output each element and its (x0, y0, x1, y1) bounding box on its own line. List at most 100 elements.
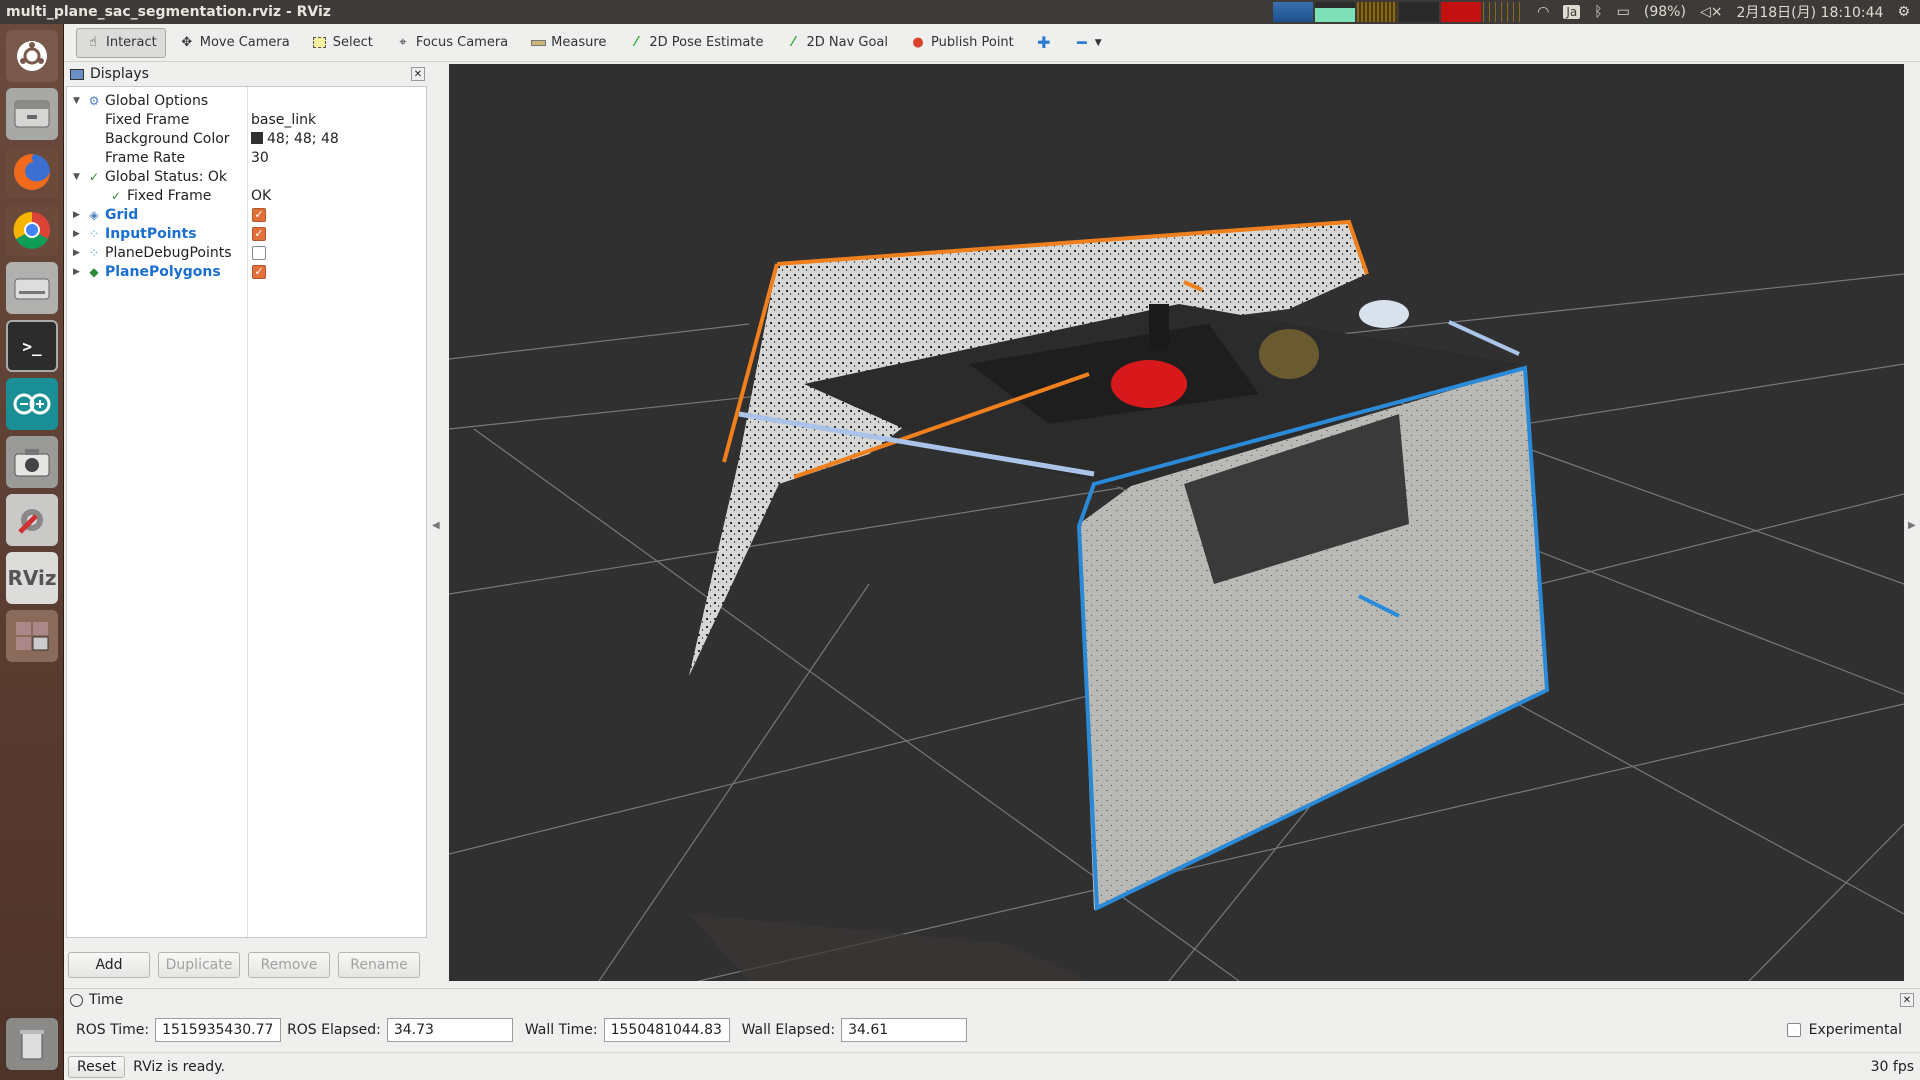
files-icon[interactable] (6, 88, 58, 140)
clock[interactable]: 2月18日(月) 18:10:44 (1736, 2, 1883, 22)
status-fixed-frame-label: Fixed Frame (127, 187, 212, 204)
trash-icon[interactable] (6, 1018, 58, 1070)
experimental-checkbox[interactable] (1786, 1023, 1801, 1037)
close-panel-icon[interactable]: ✕ (411, 67, 425, 81)
collapse-arrow-icon[interactable]: ▶ (73, 248, 83, 258)
rename-display-button[interactable]: Rename (338, 952, 420, 978)
camera-icon[interactable] (6, 436, 58, 488)
firefox-icon[interactable] (6, 146, 58, 198)
tree-row-input-points[interactable]: ▶ ⁘ InputPoints ✓ (67, 224, 426, 243)
reset-button[interactable]: Reset (68, 1055, 126, 1078)
dash-home-icon[interactable] (6, 30, 58, 82)
tree-row-global-status[interactable]: ▼ ✓ Global Status: Ok (67, 167, 426, 186)
settings-gear-icon[interactable]: ⚙ (1897, 4, 1910, 20)
counter-plane-back-edge (1448, 320, 1520, 356)
frame-rate-label: Frame Rate (105, 149, 186, 166)
wifi-icon[interactable]: ◠ (1537, 4, 1549, 20)
status-fixed-frame-value: OK (251, 187, 272, 204)
focus-camera-tool-button[interactable]: ⌖ Focus Camera (386, 28, 517, 58)
rviz-icon[interactable]: RViz (6, 552, 58, 604)
terminal-icon[interactable]: >_ (6, 320, 58, 372)
disk-drive-icon[interactable] (6, 262, 58, 314)
hand-pointer-icon: ☝ (89, 35, 97, 50)
select-tool-button[interactable]: Select (303, 28, 382, 58)
global-status-label: Global Status: Ok (105, 168, 228, 185)
system-top-bar: multi_plane_sac_segmentation.rviz - RViz… (0, 0, 1920, 24)
nav-goal-label: 2D Nav Goal (806, 35, 889, 50)
metal-kettle (1259, 329, 1319, 379)
wall-time-field[interactable]: 1550481044.83 (603, 1018, 730, 1042)
pose-estimate-tool-button[interactable]: ⁄ 2D Pose Estimate (619, 28, 772, 58)
expand-arrow-icon[interactable]: ▼ (73, 96, 83, 106)
splitter-handle-left[interactable]: ◀ (432, 520, 440, 531)
frame-rate-value[interactable]: 30 (251, 150, 269, 166)
chrome-icon[interactable] (6, 204, 58, 256)
tree-row-fixed-frame[interactable]: Fixed Frame base_link (67, 110, 426, 129)
add-tool-button[interactable]: ✚ (1027, 28, 1061, 58)
battery-icon[interactable]: ▭ (1617, 4, 1630, 20)
displays-panel: Displays ✕ ▼ ⚙ Global Options Fixed Fram… (66, 64, 427, 980)
system-monitor-indicator[interactable] (1273, 2, 1524, 22)
grid-label: Grid (105, 206, 139, 223)
background-color-value[interactable]: 48; 48; 48 (251, 131, 339, 147)
plane-polygons-checkbox[interactable]: ✓ (252, 264, 266, 279)
nav-goal-tool-button[interactable]: ⁄ 2D Nav Goal (776, 28, 897, 58)
publish-point-tool-button[interactable]: ● Publish Point (901, 28, 1023, 58)
grid-checkbox[interactable]: ✓ (252, 207, 266, 222)
input-points-checkbox[interactable]: ✓ (252, 226, 266, 241)
tree-row-grid[interactable]: ▶ ◈ Grid ✓ (67, 205, 426, 224)
tree-row-global-options[interactable]: ▼ ⚙ Global Options (67, 91, 426, 110)
global-options-label: Global Options (105, 92, 209, 109)
ros-time-field[interactable]: 1515935430.77 (155, 1018, 282, 1042)
collapse-arrow-icon[interactable]: ▶ (73, 267, 83, 277)
tree-row-plane-polygons[interactable]: ▶ ◆ PlanePolygons ✓ (67, 262, 426, 281)
floor-point-noise (689, 914, 1089, 981)
expand-arrow-icon[interactable]: ▼ (73, 172, 83, 182)
splitter-handle-right[interactable]: ▶ (1908, 520, 1916, 531)
close-panel-icon[interactable]: ✕ (1900, 993, 1914, 1007)
remove-display-button[interactable]: Remove (248, 952, 330, 978)
wall-elapsed-field[interactable]: 34.61 (841, 1018, 968, 1042)
displays-tree: ▼ ⚙ Global Options Fixed Frame base_link… (66, 86, 427, 938)
dropdown-arrow-icon: ▼ (1094, 37, 1102, 48)
measure-tool-button[interactable]: Measure (521, 28, 615, 58)
status-bar: Reset RViz is ready. 30 fps (64, 1052, 1920, 1080)
3d-render-viewport[interactable] (449, 64, 1904, 981)
interact-label: Interact (106, 35, 157, 50)
pose-estimate-label: 2D Pose Estimate (649, 35, 764, 50)
arduino-icon[interactable] (6, 378, 58, 430)
language-indicator[interactable]: Ja (1563, 5, 1581, 19)
input-points-label: InputPoints (105, 225, 197, 242)
tree-row-status-fixed-frame[interactable]: ✓ Fixed Frame OK (67, 186, 426, 205)
point-cloud-icon: ⁘ (88, 245, 100, 260)
select-label: Select (332, 35, 373, 50)
system-settings-icon[interactable] (6, 494, 58, 546)
plane-debug-points-checkbox[interactable] (252, 245, 266, 260)
color-swatch (251, 131, 263, 144)
battery-percent: (98%) (1643, 4, 1686, 20)
displays-buttons: Add Duplicate Remove Rename (66, 952, 427, 978)
workspace-switcher-icon[interactable] (6, 610, 58, 662)
plus-icon: ✚ (1037, 33, 1051, 52)
gear-icon: ⚙ (88, 93, 100, 108)
fixed-frame-value[interactable]: base_link (251, 112, 316, 128)
launcher: >_ RViz (0, 24, 64, 1080)
experimental-toggle[interactable]: Experimental (1786, 1022, 1902, 1038)
duplicate-display-button[interactable]: Duplicate (158, 952, 240, 978)
move-camera-tool-button[interactable]: ✥ Move Camera (170, 28, 299, 58)
status-message: RViz is ready. (133, 1058, 225, 1075)
volume-icon[interactable]: ◁× (1700, 4, 1723, 20)
remove-tool-dropdown[interactable]: ━ ▼ (1065, 28, 1111, 58)
red-kettle (1111, 360, 1187, 408)
collapse-arrow-icon[interactable]: ▶ (73, 210, 83, 220)
rviz-toolbar: ☝ Interact ✥ Move Camera Select ⌖ Focus … (64, 24, 1920, 62)
tree-row-frame-rate[interactable]: Frame Rate 30 (67, 148, 426, 167)
collapse-arrow-icon[interactable]: ▶ (73, 229, 83, 239)
time-panel-header: Time ✕ (64, 989, 1920, 1011)
interact-tool-button[interactable]: ☝ Interact (76, 27, 166, 58)
tree-row-plane-debug-points[interactable]: ▶ ⁘ PlaneDebugPoints (67, 243, 426, 262)
add-display-button[interactable]: Add (68, 952, 150, 978)
bluetooth-icon[interactable]: ᛒ (1594, 4, 1602, 20)
tree-row-background-color[interactable]: Background Color 48; 48; 48 (67, 129, 426, 148)
ros-elapsed-field[interactable]: 34.73 (386, 1018, 513, 1042)
